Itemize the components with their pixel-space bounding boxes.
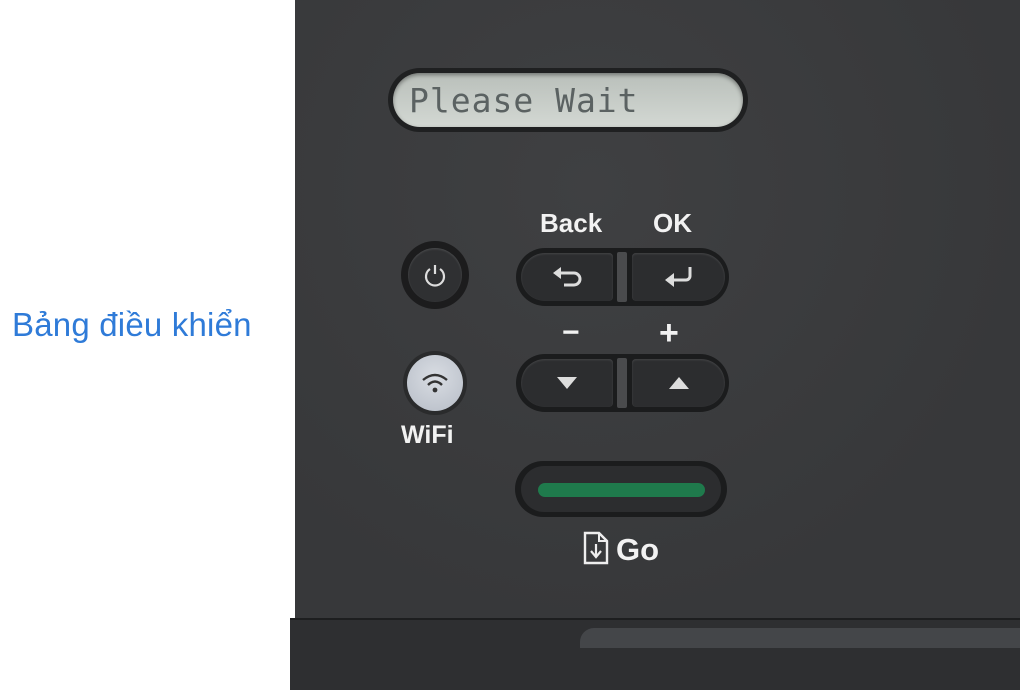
go-label: Go: [616, 532, 660, 567]
back-arrow-icon: [553, 267, 582, 287]
minus-label: −: [562, 316, 580, 349]
document-download-icon: [583, 531, 609, 565]
go-indicator: [538, 483, 705, 497]
caption: Bảng điều khiển: [12, 306, 252, 343]
lcd-text: Please Wait: [409, 81, 639, 120]
divider: [617, 358, 627, 408]
power-icon: [424, 265, 446, 287]
wifi-button[interactable]: [407, 355, 463, 411]
wifi-icon: [422, 373, 448, 393]
tray-lip: [580, 628, 1020, 648]
back-label: Back: [540, 208, 603, 238]
plus-label: +: [659, 314, 679, 352]
divider: [617, 252, 627, 302]
ok-label: OK: [653, 208, 692, 238]
enter-icon: [664, 267, 691, 287]
wifi-label: WiFi: [401, 421, 454, 449]
lcd-display: Please Wait: [393, 73, 743, 127]
up-button[interactable]: [632, 359, 725, 407]
ok-button[interactable]: [632, 253, 725, 301]
back-button[interactable]: [521, 253, 613, 301]
triangle-up-icon: [668, 377, 689, 389]
power-button[interactable]: [408, 248, 462, 302]
down-button[interactable]: [521, 359, 613, 407]
triangle-down-icon: [557, 377, 577, 389]
